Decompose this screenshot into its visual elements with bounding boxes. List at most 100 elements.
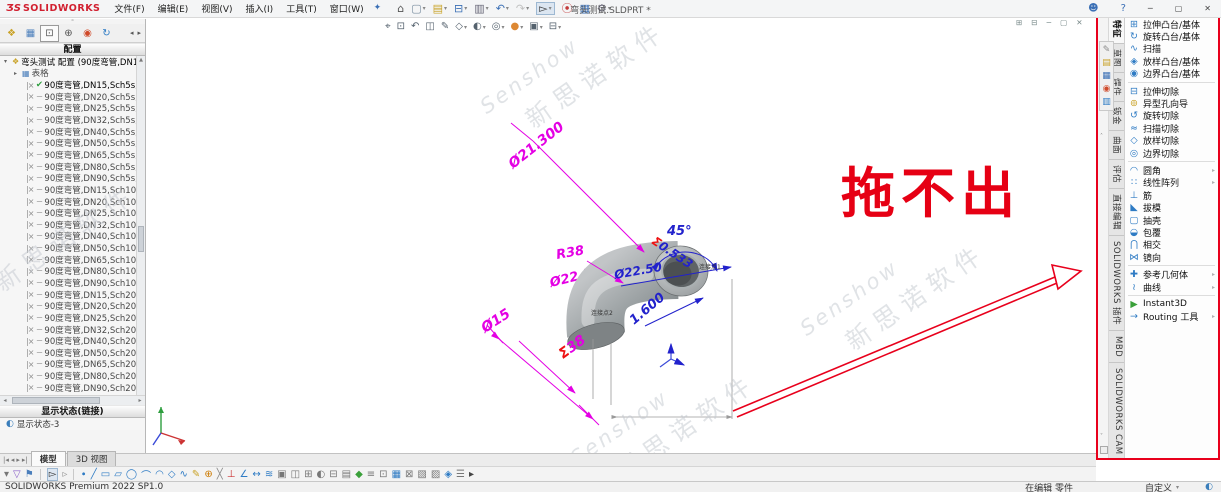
- expand-toolbar-icon[interactable]: ▸: [469, 469, 474, 480]
- tabs-prev-icon[interactable]: ◂: [130, 29, 134, 37]
- doc-restore-button[interactable]: ▢: [1060, 19, 1067, 27]
- dropdown-icon[interactable]: ▾: [501, 24, 504, 31]
- hscrollbar-thumb[interactable]: [12, 397, 100, 404]
- menu-item-rib[interactable]: ⊥筋: [1125, 189, 1218, 201]
- tree-table-item[interactable]: ▸▦表格: [0, 68, 145, 80]
- configuration-item[interactable]: |×✔90度弯管,DN15,Sch5s,1.: [0, 79, 145, 91]
- markup-icon[interactable]: ✎: [1103, 45, 1111, 55]
- table-icon[interactable]: ▤: [342, 469, 351, 480]
- dim-radius[interactable]: R38: [555, 243, 585, 263]
- panel-resize-grip[interactable]: [1100, 446, 1108, 454]
- rebuild-icon[interactable]: ⦿: [562, 3, 573, 14]
- list-icon[interactable]: ▥: [1102, 97, 1111, 107]
- grid-system-icon[interactable]: ▦: [392, 469, 401, 480]
- scrollbar-thumb[interactable]: [138, 226, 144, 252]
- dropdown-icon[interactable]: ▾: [540, 24, 543, 31]
- display-manager-tab[interactable]: ◉: [78, 25, 97, 42]
- minimize-button[interactable]: ─: [1148, 5, 1153, 13]
- configuration-item[interactable]: |×−90度弯管,DN25,Sch10s,2: [0, 207, 145, 219]
- command-tab-8[interactable]: MBD: [1109, 331, 1124, 363]
- command-tab-9[interactable]: SOLIDWORKS CAM: [1109, 363, 1124, 458]
- tab-nav-last-icon[interactable]: ▸|: [22, 456, 28, 464]
- quick-snaps-icon[interactable]: ⊞: [304, 469, 312, 480]
- edit-appearance-icon[interactable]: ●▾: [510, 22, 523, 32]
- menu-item-mirror[interactable]: ⋈镜向: [1125, 251, 1218, 263]
- menu-item-extruded-boss-base[interactable]: ⊞拉伸凸台/基体: [1125, 18, 1218, 30]
- tree-root-item[interactable]: ▾❖弯头测试 配置 (90度弯管,DN15,^: [0, 56, 145, 68]
- tree-vertical-scrollbar[interactable]: ▲: [136, 56, 145, 395]
- command-tab-4[interactable]: 曲面: [1109, 131, 1124, 160]
- tabs-next-icon[interactable]: ▸: [137, 29, 141, 37]
- expander-icon[interactable]: ▾: [4, 58, 12, 65]
- configuration-item[interactable]: |×−90度弯管,DN40,Sch5s,1.: [0, 126, 145, 138]
- lasso-select-icon[interactable]: ▹: [62, 469, 67, 480]
- configuration-item[interactable]: |×−90度弯管,DN15,Sch10s,2: [0, 184, 145, 196]
- dimxpert-manager-tab[interactable]: ⊕: [59, 25, 78, 42]
- tab-nav-prev-icon[interactable]: ◂: [11, 456, 15, 464]
- dropdown-icon[interactable]: ▾: [486, 5, 489, 12]
- angle-dimension-icon[interactable]: ∠: [239, 469, 248, 480]
- zoom-area-icon[interactable]: ⊡: [397, 22, 405, 32]
- section-display-icon[interactable]: ⊟: [329, 469, 337, 480]
- flyout-arrow-icon[interactable]: ▸: [1212, 179, 1215, 186]
- flyout-arrow-icon[interactable]: ▸: [1212, 313, 1215, 320]
- connection-point-1-label[interactable]: 连接点1: [699, 263, 721, 271]
- command-tab-7[interactable]: SOLIDWORKS 插件: [1109, 236, 1124, 331]
- menu-item-shell[interactable]: ▢抽壳: [1125, 214, 1218, 226]
- folder-icon[interactable]: ▤: [1102, 58, 1111, 68]
- scroll-left-icon[interactable]: ◂: [0, 397, 10, 404]
- feature-manager-tab[interactable]: ❖: [2, 25, 21, 42]
- menu-item-4[interactable]: 工具(T): [286, 2, 317, 15]
- point-tool-icon[interactable]: ∙: [80, 469, 86, 480]
- command-tab-5[interactable]: 评估: [1109, 160, 1124, 189]
- menu-item-3[interactable]: 插入(I): [246, 2, 274, 15]
- configuration-item[interactable]: |×−90度弯管,DN65,Sch10s,3: [0, 254, 145, 266]
- scroll-right-icon[interactable]: ▸: [135, 397, 145, 404]
- configuration-item[interactable]: |×−90度弯管,DN40,Sch10s,2: [0, 231, 145, 243]
- configuration-item[interactable]: |×−90度弯管,DN65,Sch20s,2: [0, 359, 145, 371]
- configuration-item[interactable]: |×−90度弯管,DN90,Sch5s,2: [0, 172, 145, 184]
- flyout-arrow-icon[interactable]: ▸: [1212, 284, 1215, 291]
- filter-dropdown-icon[interactable]: ▾: [4, 469, 9, 480]
- centerline-tool-icon[interactable]: ╱: [91, 469, 97, 480]
- add-relation-icon[interactable]: ⊥: [227, 469, 236, 480]
- display-state-item[interactable]: ◐ 显示状态-3: [0, 418, 145, 430]
- configuration-item[interactable]: |×−90度弯管,DN25,Sch5s,1.: [0, 103, 145, 115]
- close-button[interactable]: ✕: [1204, 5, 1211, 13]
- expander-icon[interactable]: ▸: [14, 70, 22, 77]
- apply-scene-icon[interactable]: ▣▾: [529, 22, 542, 32]
- menu-item-1[interactable]: 编辑(E): [158, 2, 189, 15]
- tangent-arc-tool-icon[interactable]: ◠: [155, 469, 164, 480]
- menu-item-reference-geometry[interactable]: ✚参考几何体▸: [1125, 268, 1218, 280]
- configuration-item[interactable]: |×−90度弯管,DN80,Sch20s,4: [0, 370, 145, 382]
- gutter-collapse-down-icon[interactable]: ˅: [1100, 433, 1103, 440]
- dim-angle[interactable]: 45°: [666, 224, 692, 239]
- menu-item-2[interactable]: 视图(V): [201, 2, 232, 15]
- menu-item-swept-boss-base[interactable]: ∿扫描: [1125, 43, 1218, 55]
- configuration-item[interactable]: |×−90度弯管,DN20,Sch10s,2: [0, 196, 145, 208]
- select-arrow-icon[interactable]: ▻▾: [536, 2, 554, 15]
- configuration-item[interactable]: |×−90度弯管,DN32,Sch5s,1.: [0, 114, 145, 126]
- model-scene[interactable]: Ø22.5: [147, 19, 1096, 453]
- dim-diameter-top[interactable]: Ø21.300: [505, 119, 568, 173]
- measure-icon[interactable]: ◆: [355, 469, 363, 480]
- sketch-text-tool-icon[interactable]: ✎: [192, 469, 200, 480]
- dropdown-icon[interactable]: ▾: [464, 5, 467, 12]
- dropdown-icon[interactable]: ▾: [464, 24, 467, 31]
- tree-horizontal-scrollbar[interactable]: ◂ ▸: [0, 395, 145, 405]
- shaded-sketch-icon[interactable]: ◐: [317, 469, 326, 480]
- dropdown-icon[interactable]: ▾: [520, 24, 523, 31]
- menu-item-revolved-cut[interactable]: ↺旋转切除: [1125, 110, 1218, 122]
- print-icon[interactable]: ▥▾: [474, 3, 488, 14]
- dropdown-icon[interactable]: ▾: [423, 5, 426, 12]
- more-tools-icon[interactable]: ☰: [456, 469, 465, 480]
- menu-item-revolved-boss-base[interactable]: ↻旋转凸台/基体: [1125, 30, 1218, 42]
- dynamic-annotation-icon[interactable]: ✎: [441, 22, 449, 32]
- select-tool-icon[interactable]: ▻: [47, 468, 59, 481]
- menu-item-extruded-cut[interactable]: ⊟拉伸切除: [1125, 85, 1218, 97]
- menu-item-5[interactable]: 窗口(W): [330, 2, 364, 15]
- menu-item-fillet[interactable]: ◠圆角▸: [1125, 164, 1218, 176]
- configuration-item[interactable]: |×−90度弯管,DN32,Sch10s,2: [0, 219, 145, 231]
- menu-item-lofted-boss-base[interactable]: ◈放样凸台/基体: [1125, 55, 1218, 67]
- view-settings-icon[interactable]: ⊟▾: [549, 22, 561, 32]
